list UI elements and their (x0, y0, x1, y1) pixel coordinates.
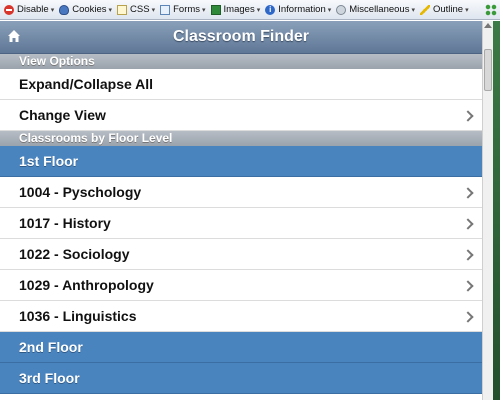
list-item-label: 1004 - Pyschology (19, 184, 142, 200)
css-icon (117, 4, 128, 15)
desktop-background (493, 21, 500, 400)
dropdown-arrow-icon: ▾ (411, 6, 415, 14)
toolbar-miscellaneous-menu[interactable]: Miscellaneous ▾ (336, 4, 415, 15)
information-icon: i (265, 4, 276, 15)
toolbar-css-label: CSS (130, 4, 150, 15)
change-view-item[interactable]: Change View (0, 100, 482, 131)
expand-collapse-all-item[interactable]: Expand/Collapse All (0, 69, 482, 100)
images-icon (210, 4, 221, 15)
dropdown-arrow-icon: ▾ (50, 6, 55, 14)
toolbar-images-label: Images (223, 4, 255, 15)
toolbar-cookies-label: Cookies (72, 4, 107, 15)
chevron-right-icon (462, 280, 474, 292)
dropdown-arrow-icon: ▾ (151, 6, 156, 14)
chevron-right-icon (462, 110, 474, 122)
floor-label: 3rd Floor (19, 370, 80, 386)
floor-2-header[interactable]: 2nd Floor (0, 332, 482, 363)
app-header: Classroom Finder (0, 21, 482, 54)
toolbar-forms-menu[interactable]: Forms ▾ (160, 4, 206, 15)
chevron-right-icon (462, 218, 474, 230)
miscellaneous-icon (336, 4, 347, 15)
toolbar-outline-menu[interactable]: Outline ▾ (419, 4, 469, 15)
room-1004-item[interactable]: 1004 - Pyschology (0, 177, 482, 208)
scroll-up-arrow-icon[interactable] (484, 23, 492, 28)
list-item-label: 1017 - History (19, 215, 111, 231)
dropdown-arrow-icon: ▾ (465, 6, 469, 14)
resize-icon[interactable] (485, 4, 497, 16)
toolbar-css-menu[interactable]: CSS ▾ (117, 4, 155, 15)
outline-icon (419, 4, 430, 15)
dropdown-arrow-icon: ▾ (327, 6, 332, 14)
cookies-icon (59, 4, 70, 15)
toolbar-forms-label: Forms (173, 4, 201, 15)
chevron-right-icon (462, 311, 474, 323)
classroom-list: View Options Expand/Collapse All Change … (0, 54, 482, 394)
page-title: Classroom Finder (172, 28, 310, 45)
view-options-divider: View Options (0, 54, 482, 69)
toolbar-cookies-menu[interactable]: Cookies ▾ (59, 4, 112, 15)
toolbar-miscellaneous-label: Miscellaneous (349, 4, 410, 15)
home-icon[interactable] (7, 29, 21, 43)
list-item-label: Expand/Collapse All (19, 76, 154, 92)
toolbar-images-menu[interactable]: Images ▾ (210, 4, 261, 15)
chevron-right-icon (462, 249, 474, 261)
classrooms-divider: Classrooms by Floor Level (0, 131, 482, 146)
list-item-label: Change View (19, 107, 106, 123)
toolbar-information-label: Information (278, 4, 326, 15)
floor-3-header[interactable]: 3rd Floor (0, 363, 482, 394)
room-1029-item[interactable]: 1029 - Anthropology (0, 270, 482, 301)
floor-1-header[interactable]: 1st Floor (0, 146, 482, 177)
scrollbar-thumb[interactable] (484, 49, 492, 91)
chevron-right-icon (462, 187, 474, 199)
dropdown-arrow-icon: ▾ (256, 6, 261, 14)
floor-label: 1st Floor (19, 153, 79, 169)
dropdown-arrow-icon: ▾ (202, 6, 206, 14)
room-1022-item[interactable]: 1022 - Sociology (0, 239, 482, 270)
toolbar-disable-menu[interactable]: Disable ▾ (4, 4, 54, 15)
dropdown-arrow-icon: ▾ (108, 6, 113, 14)
forms-icon (160, 4, 171, 15)
list-item-label: 1036 - Linguistics (19, 308, 137, 324)
list-item-label: 1022 - Sociology (19, 246, 130, 262)
floor-label: 2nd Floor (19, 339, 83, 355)
toolbar-information-menu[interactable]: i Information ▾ (265, 4, 331, 15)
vertical-scrollbar[interactable] (482, 21, 493, 400)
room-1017-item[interactable]: 1017 - History (0, 208, 482, 239)
room-1036-item[interactable]: 1036 - Linguistics (0, 301, 482, 332)
toolbar-disable-label: Disable (17, 4, 49, 15)
toolbar-outline-label: Outline (432, 4, 464, 15)
developer-toolbar: Disable ▾ Cookies ▾ CSS ▾ Forms ▾ Images… (0, 0, 500, 20)
list-item-label: 1029 - Anthropology (19, 277, 154, 293)
disable-icon (4, 4, 14, 15)
